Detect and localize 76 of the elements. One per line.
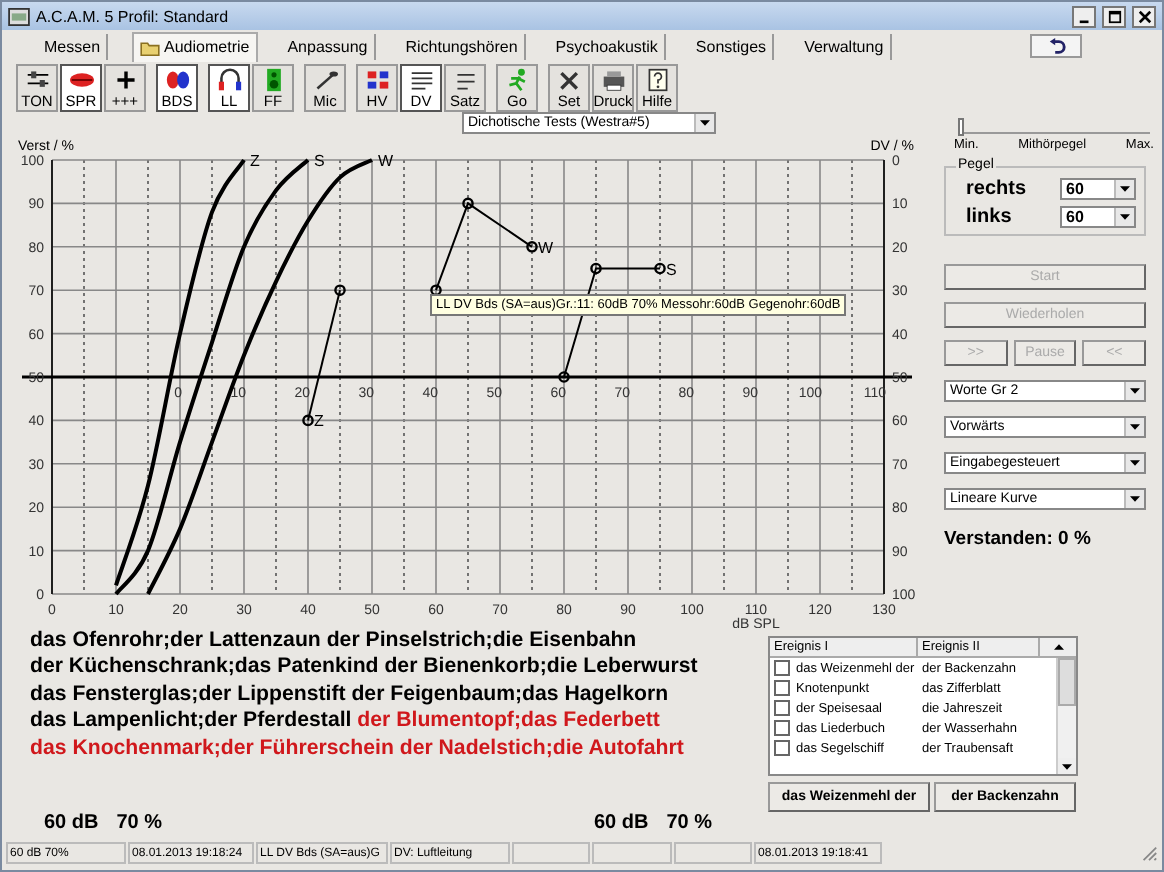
data-point	[334, 284, 346, 296]
checkbox[interactable]	[774, 680, 790, 696]
folder-icon	[140, 39, 161, 55]
channel-label: rechts	[966, 178, 1027, 200]
caret-icon	[1130, 460, 1140, 466]
undo-arrow-icon	[1047, 37, 1065, 55]
close-button[interactable]	[1132, 5, 1156, 27]
data-point	[462, 197, 474, 210]
colored-squares-icon	[363, 67, 391, 91]
data-point	[302, 414, 314, 427]
caret-icon	[1053, 644, 1063, 650]
headphones-icon	[215, 67, 243, 91]
scroll-up-button[interactable]	[1040, 638, 1076, 658]
status-pane	[592, 842, 672, 864]
level-reading: 60 dB	[44, 812, 99, 838]
slider-thumb[interactable]	[958, 118, 964, 136]
data-point	[558, 371, 570, 383]
printer-icon	[599, 67, 627, 91]
maximize-icon	[1107, 9, 1121, 23]
scrollbar[interactable]	[1056, 658, 1076, 774]
series-label: S	[666, 260, 677, 279]
microphone-icon	[311, 67, 339, 91]
data-point	[526, 241, 538, 253]
resize-grip-icon	[1140, 844, 1158, 862]
lips-icon	[67, 67, 95, 91]
ears-icon	[163, 67, 191, 91]
tab[interactable]: Richtungshören	[399, 33, 526, 59]
series-label: S	[314, 152, 325, 170]
score-reading: 70 %	[666, 812, 713, 838]
data-point	[430, 284, 442, 296]
data-point	[654, 262, 666, 275]
series-label: Z	[250, 152, 260, 170]
help-icon	[643, 67, 671, 91]
level-dropdown[interactable]: 60	[1060, 206, 1136, 228]
status-pane	[512, 842, 590, 864]
running-figure-icon	[503, 67, 531, 91]
level-reading: 60 dB	[594, 812, 649, 838]
plus-icon	[111, 67, 139, 91]
checkbox[interactable]	[774, 700, 790, 716]
caret-icon	[1120, 186, 1130, 192]
close-icon	[1137, 9, 1151, 23]
score-reading: 70 %	[116, 812, 163, 838]
tab[interactable]: Anpassung	[281, 33, 376, 59]
app-icon	[8, 7, 30, 25]
caret-icon	[1062, 763, 1072, 769]
series-label: Z	[314, 412, 324, 431]
caret-icon	[1130, 424, 1140, 430]
checkbox[interactable]	[774, 660, 790, 676]
series-label: W	[378, 152, 394, 170]
tab[interactable]: Audiometrie	[132, 31, 258, 61]
text-lines-icon	[407, 67, 435, 91]
data-point	[590, 262, 602, 275]
tab[interactable]: Psychoakustik	[549, 33, 666, 59]
checkbox[interactable]	[774, 720, 790, 736]
tab[interactable]: Verwaltung	[798, 33, 892, 59]
caret-icon	[1130, 388, 1140, 394]
word-list: das Ofenrohr;der Lattenzaun der Pinselstrich;die Eisenbahn der Küchenschrank;das Patenkind der Bienenkorb;die Leberwurst das Fensterglas;der Lippenstift der Feigenbaum;das Hagelkorn das Lampenlicht;der Pferdestall der Blumentopf;das Federbett das Knochenmark;der Führerschein der Nadelstich;die Autofahrt	[2, 628, 768, 812]
channel-label: links	[966, 206, 1012, 228]
caret-icon	[700, 120, 710, 126]
status-pane	[674, 842, 752, 864]
tab[interactable]: Messen	[38, 33, 109, 59]
crossed-tools-icon	[555, 67, 583, 91]
checkbox[interactable]	[774, 740, 790, 756]
sliders-icon	[23, 67, 51, 91]
tab[interactable]: Sonstiges	[689, 33, 775, 59]
level-dropdown[interactable]: 60	[1060, 178, 1136, 200]
maximize-button[interactable]	[1102, 5, 1126, 27]
minimize-button[interactable]	[1072, 5, 1096, 27]
measurement-line	[435, 201, 533, 292]
caret-icon	[1120, 214, 1130, 220]
undo-button[interactable]	[1030, 34, 1082, 58]
result-text: Verstanden: 0 %	[944, 528, 1093, 550]
measurement-line	[307, 289, 341, 422]
caret-icon	[1130, 496, 1140, 502]
series-label: W	[538, 238, 554, 257]
window-title: A.C.A.M. 5 Profil: Standard	[36, 7, 229, 25]
